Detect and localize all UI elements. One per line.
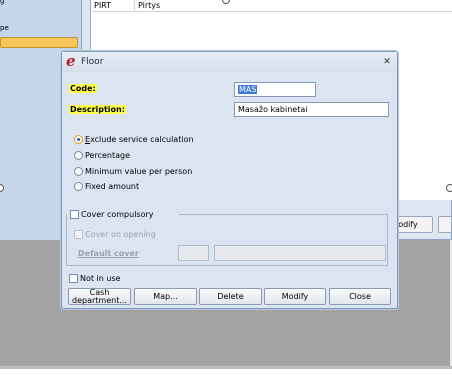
code-value: MAS [238,85,258,94]
description-label: Description: [69,105,126,114]
resize-handle[interactable] [446,184,452,192]
radio-icon[interactable] [74,151,83,160]
cover-on-opening-checkbox[interactable] [74,230,83,239]
default-cover-code-field[interactable] [178,245,209,261]
radio-minimum-value-per-person[interactable]: Minimum value per person [74,166,192,177]
cover-compulsory-label: Cover compulsory [81,210,154,219]
radio-fixed-amount[interactable]: Fixed amount [74,181,139,192]
radio-icon[interactable] [74,182,83,191]
map-button[interactable]: Map... [134,288,197,305]
close-icon[interactable]: ✕ [382,57,392,67]
cover-on-opening-label: Cover on opening [85,230,156,239]
background-left-item[interactable]: g [0,0,4,5]
modify-button[interactable]: Modify [264,288,326,305]
list-item[interactable]: PIRT Pirtys [91,0,452,12]
radio-selected-icon[interactable] [74,135,83,144]
default-cover-name-field[interactable] [214,245,386,261]
background-button[interactable] [438,216,452,233]
app-logo-icon: e [66,52,76,70]
cash-department-button[interactable]: Cash department... [68,288,131,305]
cover-compulsory-checkbox[interactable] [70,210,79,219]
radio-exclude-service-calculation[interactable]: Exclude service calculation [74,134,194,145]
radio-label: Fixed amount [85,182,140,191]
radio-label: Percentage [85,151,131,160]
dialog-titlebar[interactable]: e Floor ✕ [62,52,397,72]
radio-percentage[interactable]: Percentage [74,150,130,161]
background-left-item[interactable]: pe [0,24,9,32]
default-cover-label[interactable]: Default cover [78,249,139,258]
not-in-use-checkbox[interactable] [69,274,78,283]
floor-dialog: e Floor ✕ Code: MAS Description: Masažo … [61,51,398,309]
delete-button[interactable]: Delete [199,288,262,305]
list-cell-code: PIRT [94,1,112,10]
not-in-use-label: Not in use [80,274,121,283]
radio-label: Minimum value per person [85,167,193,176]
code-field[interactable]: MAS [234,82,316,97]
radio-icon[interactable] [74,167,83,176]
background-left-selected-item[interactable] [0,37,78,48]
list-cell-name: Pirtys [138,1,161,10]
close-button[interactable]: Close [329,288,391,305]
description-field[interactable]: Masažo kabinetai [234,102,389,117]
code-label: Code: [69,84,97,93]
dialog-title: Floor [81,57,104,67]
radio-label: Exclude service calculation [85,135,194,144]
